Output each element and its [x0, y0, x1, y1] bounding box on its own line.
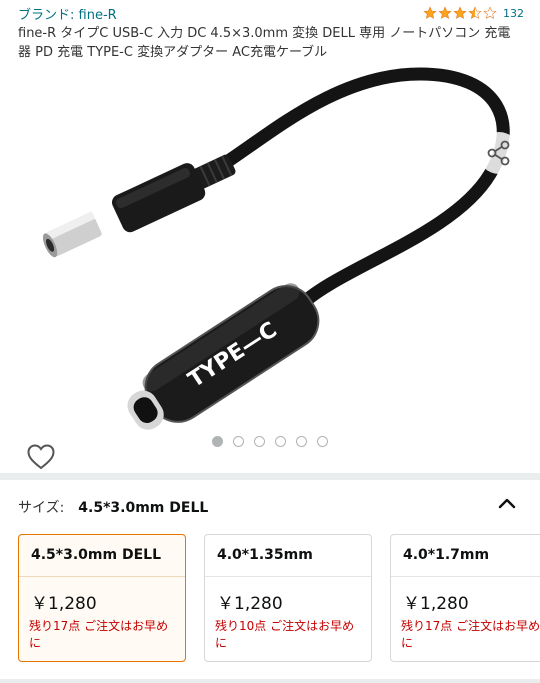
size-option-price: ￥1,280: [403, 594, 469, 614]
size-option-0[interactable]: 4.5*3.0mm DELL ￥1,280 残り17点 ご注文はお早めに: [18, 534, 186, 662]
size-label: サイズ:: [18, 500, 65, 516]
product-title: fine-R タイプC USB-C 入力 DC 4.5×3.0mm 変換 DEL…: [18, 26, 511, 60]
size-option-stock: 残り17点 ご注文はお早めに: [401, 619, 540, 650]
carousel-dot[interactable]: [296, 436, 307, 447]
collapse-size-button[interactable]: [496, 492, 518, 514]
star-half-icon: [468, 6, 482, 19]
star-icon: [438, 6, 452, 19]
size-option-price: ￥1,280: [31, 594, 97, 614]
product-image: TYPE—C: [42, 67, 510, 430]
size-option-2[interactable]: 4.0*1.7mm ￥1,280 残り17点 ご注文はお早めに: [390, 534, 540, 662]
carousel-dot[interactable]: [212, 436, 223, 447]
chevron-up-icon: [498, 498, 516, 509]
rating[interactable]: 132: [423, 6, 524, 20]
rating-count[interactable]: 132: [503, 7, 524, 20]
size-option-price: ￥1,280: [217, 594, 283, 614]
bottom-divider: [0, 679, 540, 683]
carousel-dots: [0, 436, 540, 447]
carousel-dot[interactable]: [254, 436, 265, 447]
carousel-dot[interactable]: [317, 436, 328, 447]
star-icon: [423, 6, 437, 19]
size-selected-value: 4.5*3.0mm DELL: [78, 500, 209, 516]
star-empty-icon: [483, 6, 497, 19]
section-divider: [0, 473, 540, 480]
size-option-stock: 残り17点 ご注文はお早めに: [29, 619, 169, 650]
heart-icon: [27, 444, 55, 470]
brand-link[interactable]: ブランド: fine-R: [18, 4, 117, 23]
star-icon: [453, 6, 467, 19]
size-option-name: 4.5*3.0mm DELL: [19, 535, 185, 577]
share-icon: [487, 140, 510, 166]
size-option-stock: 残り10点 ご注文はお早めに: [215, 619, 355, 650]
size-option-name: 4.0*1.7mm: [391, 535, 540, 577]
carousel-dot[interactable]: [275, 436, 286, 447]
carousel-dot[interactable]: [233, 436, 244, 447]
share-button[interactable]: [478, 132, 520, 174]
size-selector-header: サイズ: 4.5*3.0mm DELL: [18, 497, 208, 517]
size-option-1[interactable]: 4.0*1.35mm ￥1,280 残り10点 ご注文はお早めに: [204, 534, 372, 662]
product-image-carousel[interactable]: TYPE—C: [0, 64, 540, 470]
star-rating: [423, 6, 497, 20]
size-option-name: 4.0*1.35mm: [205, 535, 371, 577]
